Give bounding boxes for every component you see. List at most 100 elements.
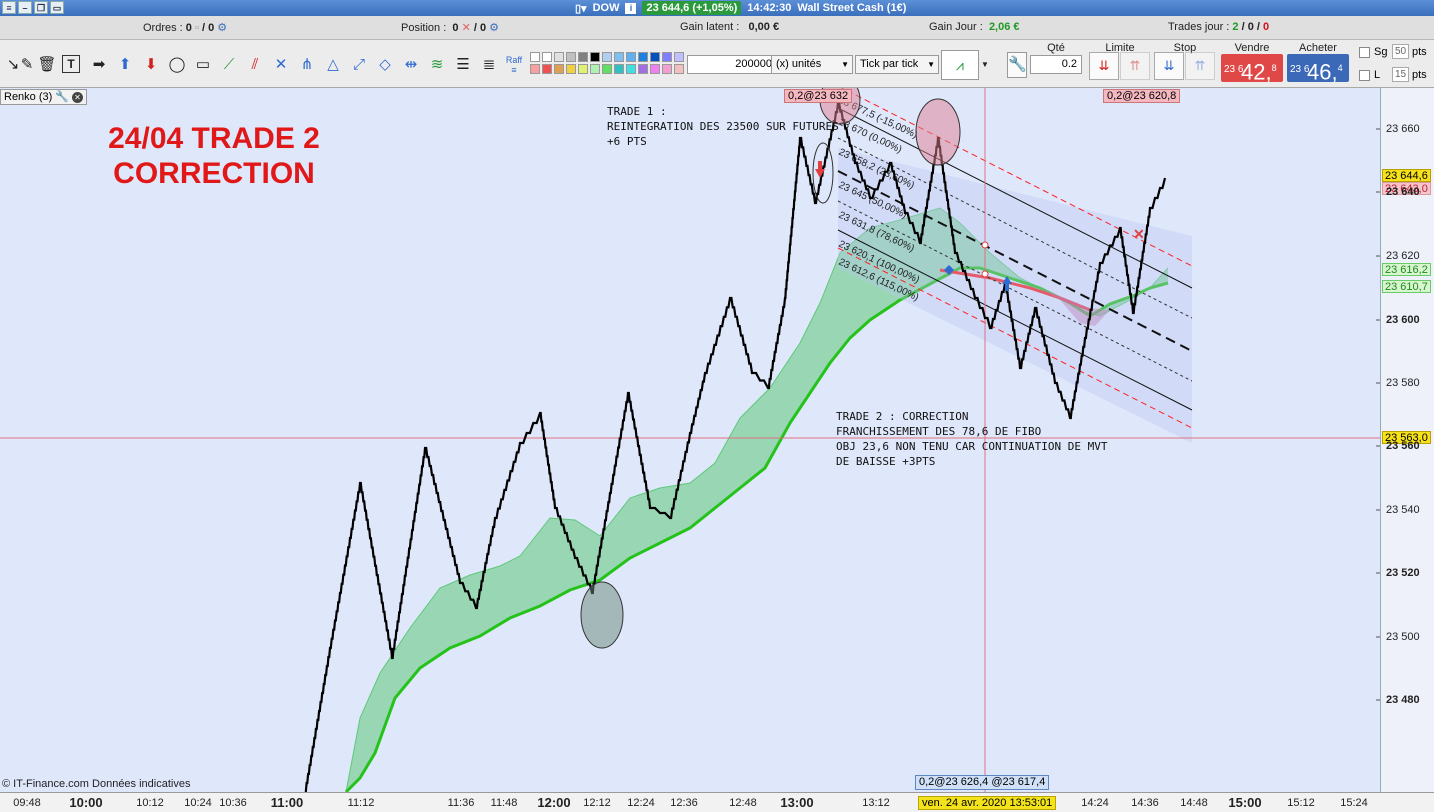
price-tick-label: 23 540: [1386, 504, 1420, 516]
position-info[interactable]: Position : 0 ✕ / 0 ⚙: [401, 21, 499, 34]
fibo-lines-icon[interactable]: ≋: [426, 55, 448, 75]
sell-price-sup: 8: [1271, 63, 1277, 73]
sg-input[interactable]: 50: [1392, 44, 1410, 59]
quantity-input[interactable]: 200000: [687, 55, 777, 74]
time-label: 11:48: [490, 797, 518, 809]
triangle-tool-icon[interactable]: △: [322, 55, 344, 75]
l-label: L: [1374, 69, 1381, 81]
diamond-tool-icon[interactable]: ◇: [374, 55, 396, 75]
time-label: 11:12: [347, 797, 375, 809]
trash-icon[interactable]: 🗑: [36, 55, 58, 75]
time-label: 15:00: [1228, 795, 1262, 810]
qty-input[interactable]: 0.2: [1030, 55, 1082, 74]
text-tool-icon[interactable]: T: [62, 55, 80, 73]
price-tick-label: 23 480: [1386, 694, 1420, 706]
menu-icon[interactable]: ≡: [2, 1, 16, 14]
sg-pts-label: pts: [1412, 46, 1427, 58]
gear-icon[interactable]: ⚙: [217, 22, 227, 34]
price-tick-label: 23 660: [1386, 123, 1420, 135]
color-palette[interactable]: [530, 52, 684, 78]
raff-label: Raff: [505, 55, 523, 65]
limit-sell-button[interactable]: ⇊: [1089, 52, 1119, 80]
orders-icon: ▫: [194, 22, 199, 34]
buy-button[interactable]: 23 6 46,4: [1287, 54, 1349, 85]
order-info-bar: Ordres : 0 ▫ / 0 ⚙ Position : 0 ✕ / 0 ⚙ …: [0, 16, 1434, 40]
hline-tool-icon[interactable]: ⇹: [400, 55, 422, 75]
tick-select[interactable]: Tick par tick ▼: [855, 55, 939, 74]
close-icon[interactable]: ✕: [72, 91, 83, 103]
sell-price-big: 42,: [1241, 59, 1272, 85]
chevron-down-icon: ▼: [927, 60, 935, 69]
maximize-icon[interactable]: ▭: [50, 1, 64, 14]
l-pts-label: pts: [1412, 69, 1427, 81]
footer-credit: © IT-Finance.com Données indicatives: [2, 778, 191, 790]
price-tick-label: 23 500: [1386, 631, 1420, 643]
orders-info[interactable]: Ordres : 0 ▫ / 0 ⚙: [143, 21, 227, 34]
raff-channel-icon[interactable]: Raff ≡: [503, 55, 525, 75]
l-checkbox[interactable]: [1359, 70, 1370, 81]
position-sep: / 0: [473, 22, 487, 34]
sell-label: Vendre: [1234, 42, 1270, 54]
rectangle-tool-icon[interactable]: ▭: [192, 55, 214, 75]
crosshair-badge: 0,2@23 626,4 @23 617,4: [915, 775, 1050, 790]
sell-button[interactable]: 23 6 42,8: [1221, 54, 1283, 85]
banner-line2: CORRECTION: [113, 157, 315, 190]
chart-canvas[interactable]: 23 677,5 (-15,00%)23 670 (0,00%)23 658,2…: [0, 88, 1380, 792]
fibo-fan-icon[interactable]: ✕: [270, 55, 292, 75]
arrow-up-icon[interactable]: ⬆: [114, 55, 136, 75]
fibo-retracement-icon[interactable]: ☰: [452, 55, 474, 75]
stop-buy-button[interactable]: ⇈: [1185, 52, 1215, 80]
day-gain: Gain Jour : 2,06 €: [929, 21, 1020, 33]
orders-value: 0: [185, 22, 192, 34]
trade2-note: TRADE 2 : CORRECTION FRANCHISSEMENT DES …: [836, 410, 1108, 468]
unit-select[interactable]: (x) unités ▼: [771, 55, 853, 74]
buy-price-big: 46,: [1307, 59, 1338, 85]
limit-buy-button[interactable]: ⇈: [1120, 52, 1150, 80]
instrument-name[interactable]: DOW: [593, 2, 620, 14]
trades-day: Trades jour : 2 / 0 / 0: [1168, 21, 1269, 33]
day-gain-label: Gain Jour :: [929, 21, 983, 33]
time-label: 12:12: [583, 797, 611, 809]
entry-badge-left: 0,2@23 632: [784, 89, 853, 103]
price-chart[interactable]: 23 677,5 (-15,00%) 23 670 (0,00%) 23 658,2…: [0, 88, 1434, 792]
info-icon[interactable]: i: [625, 2, 637, 14]
trendline-icon[interactable]: ⟋: [218, 55, 240, 75]
time-label: 13:00: [780, 795, 814, 810]
time-label: 14:48: [1180, 797, 1208, 809]
window-controls: ≡ – ❐ ▭: [2, 1, 64, 14]
pencil-icon[interactable]: ✎: [16, 55, 38, 75]
time-label: 14:24: [1081, 797, 1109, 809]
l-input[interactable]: 15: [1392, 67, 1410, 82]
minimize-icon[interactable]: –: [18, 1, 32, 14]
close-position-icon[interactable]: ✕: [462, 22, 471, 34]
price-tick-label: 23 600: [1386, 314, 1420, 326]
cursor-date-badge: ven. 24 avr. 2020 13:53:01: [918, 796, 1057, 810]
time-label: 10:00: [69, 795, 103, 810]
ellipse-tool-icon[interactable]: ◯: [166, 55, 188, 75]
price-tick-label: 23 620: [1386, 250, 1420, 262]
crosshair-dot: [981, 241, 989, 249]
indicator-tag[interactable]: Renko (3) 🔧 ✕: [0, 89, 87, 105]
time-label: 10:36: [219, 797, 247, 809]
stop-sell-button[interactable]: ⇊: [1154, 52, 1184, 80]
device-icon[interactable]: ▯▾: [575, 2, 587, 15]
line-tool-icon[interactable]: ⤢: [348, 55, 370, 75]
chevron-down-icon[interactable]: ▼: [979, 50, 991, 80]
time-label: 12:48: [729, 797, 757, 809]
indicators-icon[interactable]: ⩘: [941, 50, 979, 80]
clock: 14:42:30: [747, 2, 792, 14]
restore-icon[interactable]: ❐: [34, 1, 48, 14]
channel-icon[interactable]: ⫽: [244, 55, 266, 75]
gear-icon[interactable]: ⚙: [489, 22, 499, 34]
time-label: 11:36: [447, 797, 475, 809]
tick-select-label: Tick par tick: [860, 58, 919, 70]
wrench-icon[interactable]: 🔧: [1007, 52, 1027, 78]
arrow-right-icon[interactable]: ➡: [88, 55, 110, 75]
arrow-down-icon[interactable]: ⬇: [140, 55, 162, 75]
pitchfork-icon[interactable]: ⋔: [296, 55, 318, 75]
time-axis[interactable]: ven. 24 avr. 2020 13:53:01 09:48 10:00 10:…: [0, 792, 1434, 812]
wrench-icon[interactable]: 🔧: [55, 90, 69, 104]
parallel-lines-icon[interactable]: ≣: [478, 55, 500, 75]
sg-checkbox[interactable]: [1359, 47, 1370, 58]
orders-label: Ordres :: [143, 22, 183, 34]
